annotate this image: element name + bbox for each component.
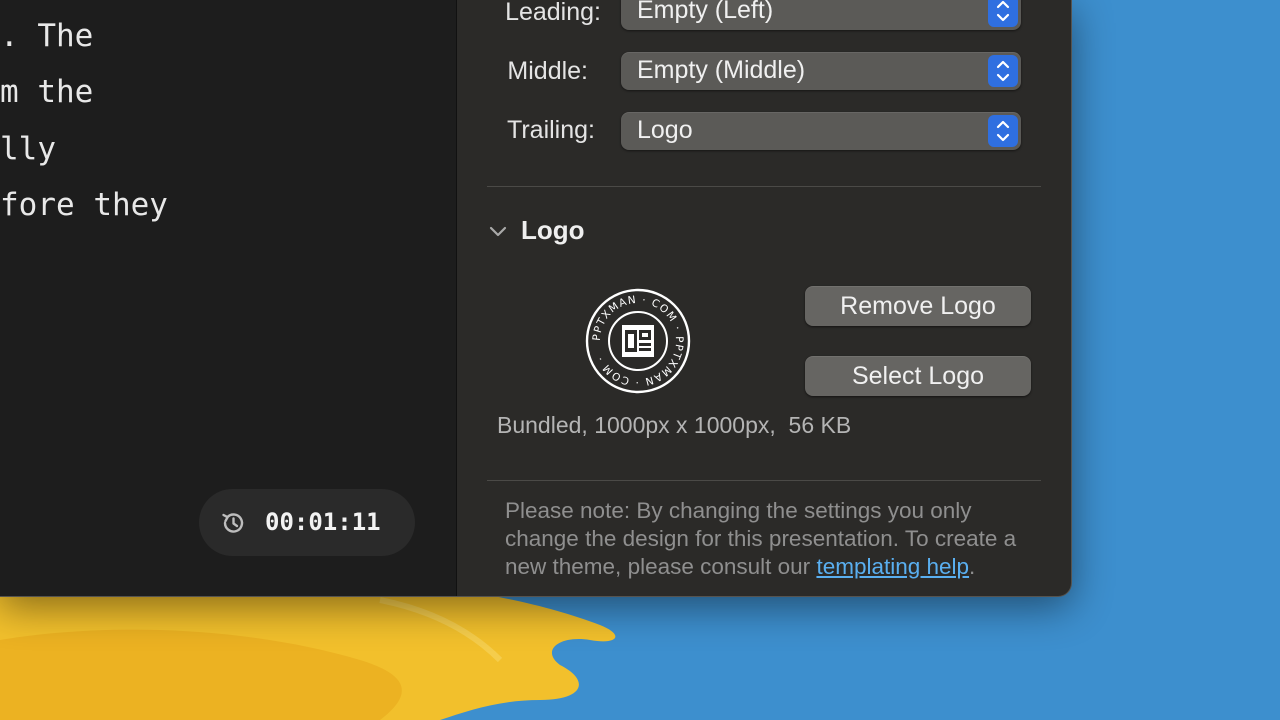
section-divider	[487, 186, 1041, 187]
app-window: . The m the lly fore they 00:01:11 Leadi…	[0, 0, 1072, 597]
editor-line: . The	[0, 18, 94, 54]
logo-section-title: Logo	[521, 215, 585, 245]
logo-preview-image: PPTXMAN · COM · PPTXMAN · COM ·	[585, 288, 691, 394]
up-down-chevron-icon	[996, 60, 1010, 82]
leading-stepper[interactable]	[988, 0, 1018, 27]
leading-label: Leading:	[505, 0, 601, 26]
remove-logo-button[interactable]: Remove Logo	[805, 286, 1031, 326]
up-down-chevron-icon	[996, 0, 1010, 22]
templating-help-link[interactable]: templating help	[816, 554, 969, 579]
trailing-label: Trailing:	[507, 116, 595, 144]
history-clock-icon	[222, 513, 244, 533]
trailing-stepper[interactable]	[988, 115, 1018, 147]
editor-line: fore they	[0, 187, 168, 223]
section-divider	[487, 480, 1041, 481]
editor-line: lly	[0, 131, 56, 167]
leading-popup[interactable]: Empty (Left)	[621, 0, 1021, 30]
trailing-popup[interactable]: Logo	[621, 112, 1021, 150]
editor-pane[interactable]: . The m the lly fore they 00:01:11	[0, 0, 457, 596]
leading-value: Empty (Left)	[637, 0, 774, 24]
settings-note: Please note: By changing the settings yo…	[505, 497, 1045, 581]
middle-stepper[interactable]	[988, 55, 1018, 87]
up-down-chevron-icon	[996, 120, 1010, 142]
middle-value: Empty (Middle)	[637, 56, 806, 84]
timer-value: 00:01:11	[265, 508, 381, 536]
select-logo-button[interactable]: Select Logo	[805, 356, 1031, 396]
note-tail: .	[969, 554, 976, 579]
logo-file-info: Bundled, 1000px x 1000px, 56 KB	[497, 412, 852, 438]
editor-line: m the	[0, 74, 94, 110]
chevron-down-icon	[489, 226, 507, 237]
middle-popup[interactable]: Empty (Middle)	[621, 52, 1021, 90]
presentation-timer[interactable]: 00:01:11	[199, 489, 415, 556]
trailing-value: Logo	[637, 116, 693, 144]
settings-pane: Leading: Empty (Left) Middle: Empty (Mid…	[457, 0, 1071, 596]
middle-label: Middle:	[507, 57, 588, 85]
